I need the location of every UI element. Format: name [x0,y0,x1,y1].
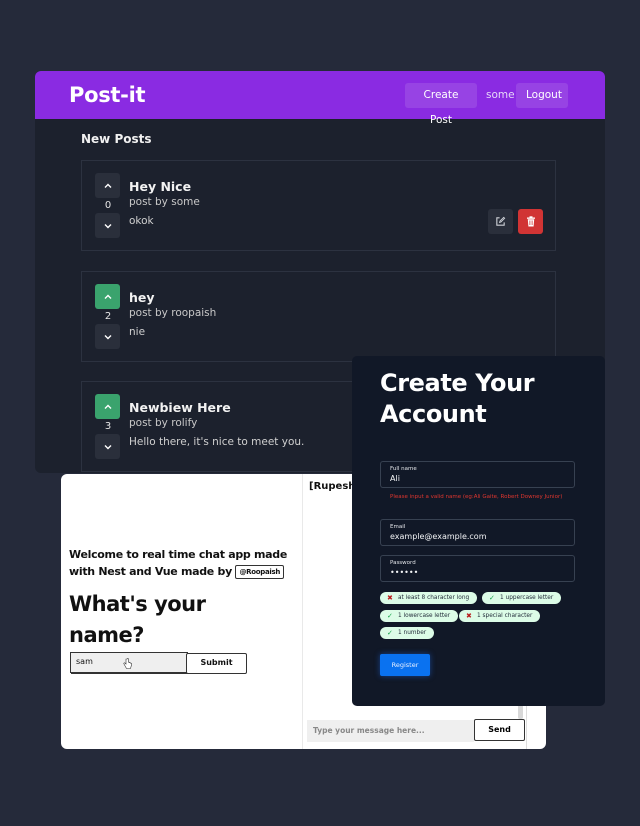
author-handle-link[interactable]: @Roopaish [235,565,285,579]
requirement-label: 1 lowercase letter [398,613,451,619]
post-body: Hello there, it's nice to meet you. [129,436,305,448]
post-body: okok [129,215,154,227]
vote-count: 0 [104,200,112,211]
post-author: post by rolify [129,417,198,429]
check-icon: ✓ [489,594,495,602]
password-requirement: ✓ 1 uppercase letter [482,592,562,604]
requirement-label: 1 special character [477,613,533,619]
chevron-up-icon [104,183,111,188]
full-name-value: Ali [390,474,400,483]
check-icon: ✓ [387,629,393,637]
email-value: example@example.com [390,532,487,541]
full-name-label: Full name [390,466,417,472]
section-title: New Posts [81,132,152,146]
edit-icon [496,216,506,226]
trash-icon [526,216,535,227]
full-name-field[interactable]: Full name Ali [380,461,575,488]
hand-cursor-icon [123,658,132,669]
chat-divider [302,474,303,749]
downvote-button[interactable] [95,434,120,459]
chevron-down-icon [104,223,111,228]
signup-title: Create Your Account [380,369,535,428]
create-post-button[interactable]: Create Post [405,83,477,126]
post-title[interactable]: Newbiew Here [129,400,231,415]
password-label: Password [390,560,416,566]
chevron-up-icon [104,294,111,299]
password-requirement: ✖ 1 special character [459,610,541,622]
vote-controls: 0 [95,173,121,238]
upvote-button[interactable] [95,394,120,419]
vote-count: 2 [104,311,112,322]
password-requirement: ✖ at least 8 character long [380,592,478,604]
post-card: 2 hey post by roopaish nie [81,271,556,362]
password-requirement: ✓ 1 lowercase letter [380,610,459,622]
vote-controls: 2 [95,284,121,349]
welcome-text: Welcome to real time chat app made with … [69,546,299,580]
requirement-label: 1 number [398,630,427,636]
submit-name-button[interactable]: Submit [186,653,247,674]
chevron-down-icon [104,444,111,449]
send-button[interactable]: Send [474,719,525,741]
current-username: some [486,89,515,101]
downvote-button[interactable] [95,213,120,238]
chevron-up-icon [104,404,111,409]
vote-controls: 3 [95,394,121,459]
email-field[interactable]: Email example@example.com [380,519,575,546]
signup-window: Create Your Account Full name Ali Please… [352,356,605,706]
downvote-button[interactable] [95,324,120,349]
cross-icon: ✖ [387,594,393,602]
password-field[interactable]: Password •••••• [380,555,575,582]
check-icon: ✓ [387,612,393,620]
post-title[interactable]: Hey Nice [129,179,191,194]
post-title[interactable]: hey [129,290,155,305]
requirement-label: 1 uppercase letter [500,595,554,601]
chevron-down-icon [104,334,111,339]
password-requirement: ✓ 1 number [380,627,435,639]
post-body: nie [129,326,146,338]
edit-post-button[interactable] [488,209,513,234]
upvote-button[interactable] [95,173,120,198]
register-button[interactable]: Register [380,654,430,676]
email-label: Email [390,524,406,530]
upvote-button[interactable] [95,284,120,309]
post-card: 0 Hey Nice post by some okok [81,160,556,251]
cross-icon: ✖ [466,612,472,620]
vote-count: 3 [104,421,112,432]
requirement-label: at least 8 character long [398,595,470,601]
message-input[interactable]: Type your message here... [307,720,474,742]
chat-participant-header: [Rupesh [309,481,356,492]
full-name-error: Please input a valid name (eg:Ali Gaite,… [390,494,563,500]
app-header: Post-it Create Post some Logout [35,71,605,126]
delete-post-button[interactable] [518,209,543,234]
logout-button[interactable]: Logout [516,83,568,108]
post-author: post by some [129,196,200,208]
post-author: post by roopaish [129,307,217,319]
password-value: •••••• [390,568,419,577]
name-question-heading: What's your name? [69,592,206,647]
app-logo[interactable]: Post-it [69,83,146,107]
